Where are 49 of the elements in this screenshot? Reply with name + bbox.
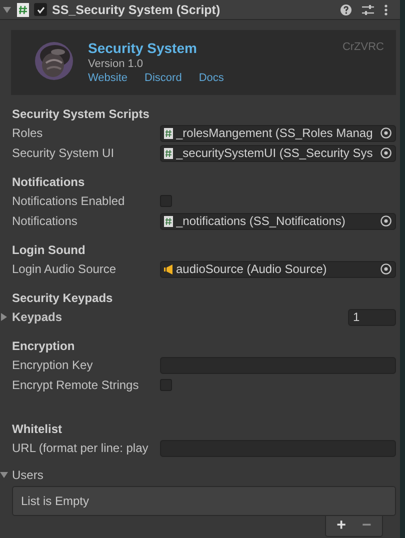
field-label: Notifications (12, 214, 78, 228)
array-size-field[interactable]: 1 (348, 308, 396, 326)
banner-link[interactable]: Website (88, 72, 128, 84)
field-label: URL (format per line: play (12, 441, 150, 455)
section-heading: Login Sound (12, 242, 86, 259)
script-icon (164, 128, 173, 138)
section-heading: Notifications (12, 174, 86, 191)
object-picker-icon[interactable] (380, 147, 392, 159)
author-text: CrZVRC (342, 40, 385, 53)
section-heading: Whitelist (12, 421, 63, 438)
checkbox[interactable] (160, 379, 172, 391)
object-field[interactable]: _rolesMangement (SS_Roles Manag (160, 124, 396, 142)
banner-link[interactable]: Discord (144, 72, 182, 84)
object-field[interactable]: _notifications (SS_Notifications) (160, 212, 396, 230)
field-label: Encryption Key (12, 358, 94, 372)
checkbox[interactable] (160, 195, 172, 207)
foldout-arrow-icon[interactable] (0, 313, 8, 321)
object-picker-icon[interactable] (380, 127, 392, 139)
section-heading: Encryption (12, 338, 76, 355)
field-label: Encrypt Remote Strings (12, 378, 140, 392)
field-label: Roles (12, 126, 44, 140)
script-icon (164, 148, 173, 158)
enable-checkbox[interactable] (34, 3, 47, 16)
speaker-icon (164, 264, 173, 274)
object-picker-icon[interactable] (380, 215, 392, 227)
banner-title: Security System (88, 40, 198, 56)
more-options-icon[interactable] (384, 4, 388, 16)
object-field[interactable]: _securitySystemUI (SS_Security Sys (160, 144, 396, 162)
checkmark-icon (36, 4, 46, 14)
script-icon (164, 216, 173, 226)
field-label: Notifications Enabled (12, 194, 126, 208)
object-picker-icon[interactable] (380, 263, 392, 275)
field-label: Login Audio Source (12, 262, 118, 276)
banner-link[interactable]: Docs (198, 72, 224, 84)
section-heading: Security Keypads (12, 290, 114, 307)
foldout-arrow-icon[interactable] (0, 471, 8, 479)
component-title: SS_Security System (Script) (52, 2, 220, 16)
array-label[interactable]: Keypads (12, 310, 160, 324)
settings-sliders-icon[interactable] (362, 4, 374, 16)
list-label[interactable]: Users (12, 468, 160, 482)
section-heading: Security System Scripts (12, 106, 150, 123)
foldout-arrow-icon[interactable] (3, 6, 11, 14)
version-text: Version 1.0 (88, 58, 144, 70)
list-edit-button[interactable]: + (332, 516, 351, 536)
empty-list-text: List is Empty (21, 494, 90, 508)
field-label: Security System UI (12, 146, 116, 160)
help-icon[interactable] (340, 4, 352, 16)
script-icon (17, 2, 29, 16)
object-field[interactable]: audioSource (Audio Source) (160, 260, 396, 278)
